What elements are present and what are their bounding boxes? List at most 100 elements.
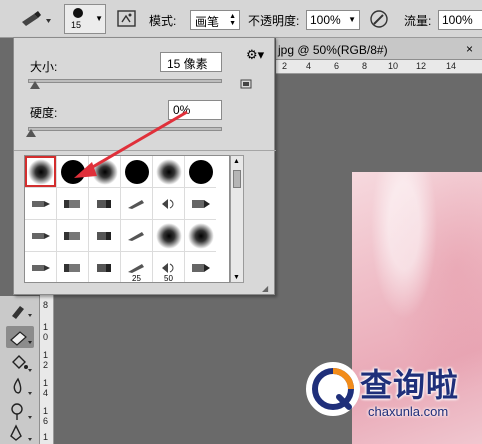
brush-preset-item[interactable]: 50 <box>153 252 184 282</box>
mode-select[interactable]: 画笔 ▲ ▼ <box>190 10 240 30</box>
brush-preset-item[interactable] <box>89 220 120 251</box>
mode-label: 模式: <box>149 14 177 28</box>
brush-preset-list[interactable]: 25 50 <box>24 155 230 283</box>
blur-tool[interactable] <box>6 376 34 398</box>
brush-tip-icon <box>31 200 50 207</box>
brush-tip-icon <box>63 231 80 240</box>
brush-preset-picker: 大小: 15 像素 ⚙▾ 硬度: 0% 25 50 ▲ ▼ ◢ <box>13 37 276 295</box>
dodge-icon <box>11 403 32 420</box>
pen-tool[interactable] <box>6 422 34 444</box>
brush-preset-item[interactable] <box>121 188 152 219</box>
brush-tip-icon <box>31 232 50 239</box>
hard-round-brush-icon <box>188 159 213 184</box>
eraser-tool[interactable] <box>6 326 34 348</box>
scroll-thumb[interactable] <box>233 170 241 188</box>
hard-round-brush-icon <box>124 159 149 184</box>
brush-preset-item[interactable] <box>153 188 184 219</box>
ruler-tick: 8 <box>43 300 49 310</box>
scroll-down-icon[interactable]: ▼ <box>233 274 240 281</box>
brush-preset-item[interactable] <box>185 156 216 187</box>
hard-round-brush-icon <box>60 159 85 184</box>
brush-size-picker-button[interactable]: 15 ▼ <box>64 4 106 34</box>
watermark: 查询啦 chaxunla.com <box>300 354 478 432</box>
pressure-opacity-button[interactable] <box>368 8 390 30</box>
horizontal-ruler[interactable]: 2 4 6 8 10 12 14 <box>276 60 482 74</box>
brush-tip-icon <box>161 198 173 209</box>
hardness-slider-thumb[interactable] <box>26 129 36 137</box>
hardness-slider-track[interactable] <box>28 127 222 131</box>
hardness-label: 硬度: <box>30 106 58 120</box>
brush-preset-item[interactable] <box>185 220 216 251</box>
ruler-tick: 1 <box>43 350 49 360</box>
brush-tip-icon <box>127 231 144 241</box>
brush-preset-item[interactable] <box>153 156 184 187</box>
brush-preset-item[interactable] <box>153 220 184 251</box>
brush-preset-item[interactable] <box>57 156 88 187</box>
scroll-up-icon[interactable]: ▲ <box>233 158 240 165</box>
history-brush-tool[interactable] <box>6 300 34 322</box>
flow-field[interactable]: 100% <box>438 10 482 30</box>
chevron-down-icon[interactable]: ▼ <box>348 15 356 24</box>
brush-preset-item[interactable] <box>25 252 56 282</box>
document-tab[interactable]: jpg @ 50%(RGB/8#) × <box>276 38 482 60</box>
size-field[interactable]: 15 像素 <box>160 52 222 72</box>
brush-size-preview-value: 15 <box>71 20 82 30</box>
size-slider-thumb[interactable] <box>30 81 40 89</box>
eraser-icon <box>10 331 32 346</box>
preset-list-scrollbar[interactable]: ▲ ▼ <box>230 155 244 283</box>
brush-preset-item[interactable] <box>121 220 152 251</box>
watermark-brand: 查询啦 <box>360 367 460 403</box>
brush-preset-size-label: 25 <box>132 274 141 283</box>
ruler-tick: 14 <box>446 61 457 71</box>
brush-preset-item[interactable] <box>185 252 216 282</box>
brush-preset-item[interactable] <box>57 220 88 251</box>
opacity-label: 不透明度: <box>248 14 300 28</box>
soft-round-brush-icon <box>91 158 118 185</box>
brush-preset-item[interactable] <box>89 188 120 219</box>
paint-bucket-tool[interactable] <box>6 352 34 374</box>
brush-preset-item[interactable] <box>121 156 152 187</box>
dodge-tool[interactable] <box>6 400 34 422</box>
ruler-tick: 10 <box>388 61 399 71</box>
brush-preset-item[interactable]: 25 <box>121 252 152 283</box>
ruler-tick: 2 <box>43 360 49 370</box>
brush-preset-item[interactable] <box>185 188 216 219</box>
opacity-field[interactable]: 100% ▼ <box>306 10 360 30</box>
ruler-tick: 2 <box>282 61 288 71</box>
ruler-tick: 1 <box>43 378 49 388</box>
brush-preset-item[interactable] <box>89 252 120 282</box>
size-slider-track[interactable] <box>28 79 222 83</box>
close-tab-icon[interactable]: × <box>466 42 473 56</box>
brush-preset-item[interactable] <box>25 220 56 251</box>
brush-tip-icon <box>127 199 144 209</box>
document-tab-title: jpg @ 50%(RGB/8#) <box>278 43 388 57</box>
brush-tip-icon <box>191 263 210 272</box>
ruler-tick: 6 <box>43 416 49 426</box>
hardness-field[interactable]: 0% <box>168 100 222 120</box>
brush-tool-icon <box>22 11 51 26</box>
watermark-logo <box>306 362 360 416</box>
ruler-tick: 12 <box>416 61 427 71</box>
ruler-tick: 4 <box>43 388 49 398</box>
toggle-brush-panel-button[interactable] <box>116 8 138 30</box>
ruler-tick: 1 <box>43 406 49 416</box>
brush-tip-icon <box>96 231 111 240</box>
watermark-domain: chaxunla.com <box>368 404 449 419</box>
new-preset-icon[interactable] <box>240 78 252 89</box>
options-bar: 15 ▼ 模式: 画笔 ▲ ▼ 不透明度: 100% ▼ 流量: 100% <box>0 0 482 38</box>
brush-preset-item[interactable] <box>57 252 88 282</box>
ruler-tick: 6 <box>334 61 340 71</box>
brush-preset-item[interactable] <box>57 188 88 219</box>
brush-preset-item[interactable] <box>25 188 56 219</box>
paint-bucket-icon <box>12 355 32 372</box>
resize-grip-icon[interactable]: ◢ <box>262 284 268 293</box>
brush-tip-icon <box>31 264 50 271</box>
brush-tip-icon <box>96 263 111 272</box>
soft-round-brush-icon <box>155 222 182 249</box>
brush-preset-item[interactable] <box>89 156 120 187</box>
pen-icon <box>10 424 32 441</box>
brush-tool-preset-button[interactable] <box>18 7 54 31</box>
brush-preset-item[interactable] <box>25 156 56 187</box>
brush-panel-icon <box>117 10 136 27</box>
gear-icon[interactable]: ⚙▾ <box>246 47 264 63</box>
